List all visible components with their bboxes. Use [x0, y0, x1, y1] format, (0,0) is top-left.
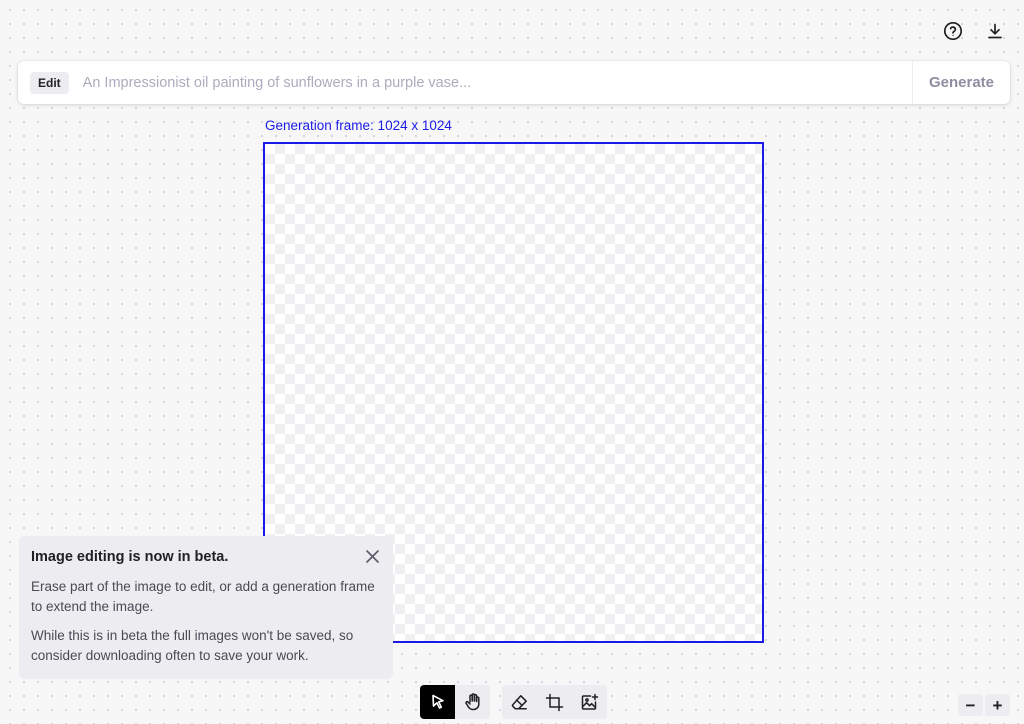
prompt-input[interactable]	[82, 61, 912, 104]
help-button[interactable]	[940, 18, 966, 44]
beta-notice-text: While this is in beta the full images wo…	[31, 628, 354, 663]
navigation-tools	[420, 685, 490, 719]
close-notice-button[interactable]	[364, 548, 380, 564]
zoom-out-button[interactable]: −	[958, 694, 983, 716]
add-frame-tool-button[interactable]	[537, 685, 572, 719]
beta-notice-title: Image editing is now in beta.	[31, 549, 229, 565]
zoom-controls: − +	[958, 694, 1010, 716]
select-tool-button[interactable]	[420, 685, 455, 719]
zoom-in-button[interactable]: +	[985, 694, 1010, 716]
beta-notice: Image editing is now in beta. Erase part…	[19, 536, 393, 679]
eraser-tool-icon	[511, 694, 527, 710]
editing-tools	[502, 685, 607, 719]
prompt-bar: Edit Generate	[18, 61, 1010, 104]
add-frame-tool-icon	[545, 693, 564, 711]
edit-mode-badge: Edit	[30, 71, 69, 94]
generate-button[interactable]: Generate	[912, 61, 1010, 104]
generation-frame-label: Generation frame: 1024 x 1024	[265, 118, 452, 133]
hand-tool-icon	[464, 693, 480, 711]
download-icon	[988, 23, 1002, 39]
eraser-tool-button[interactable]	[502, 685, 537, 719]
upload-image-tool-icon	[581, 693, 599, 710]
top-actions	[940, 18, 1008, 44]
help-circle-icon	[943, 21, 963, 41]
beta-notice-text: Erase part of the image to edit, or add …	[31, 579, 375, 614]
download-button[interactable]	[982, 18, 1008, 44]
select-tool-icon	[431, 694, 444, 709]
hand-tool-button[interactable]	[455, 685, 490, 719]
close-icon	[365, 549, 379, 563]
upload-image-tool-button[interactable]	[572, 685, 607, 719]
tool-toolbar	[420, 685, 607, 719]
